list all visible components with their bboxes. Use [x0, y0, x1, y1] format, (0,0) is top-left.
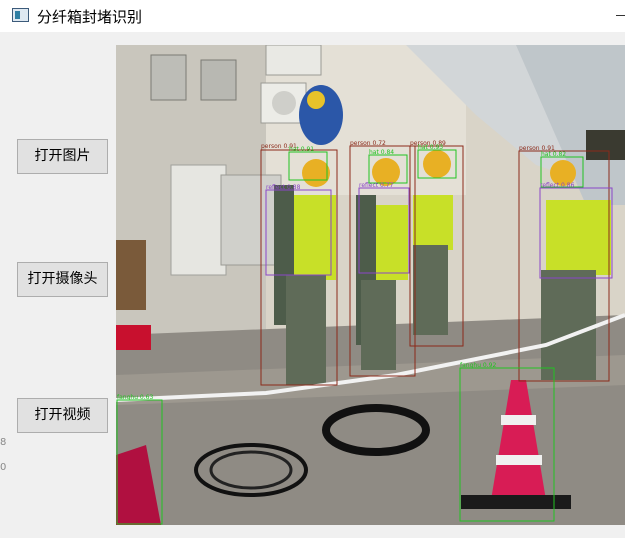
window-title: 分纤箱封堵识别 — [37, 8, 143, 26]
main-panel: 打开图片 打开摄像头 打开视频 8 0 person 0.91 hat 0.91… — [0, 32, 625, 538]
detection-label: reflect 0.77 — [359, 182, 394, 189]
detection-label: hat 0.82 — [541, 151, 566, 158]
minimize-icon[interactable] — [616, 15, 625, 16]
open-image-button[interactable]: 打开图片 — [17, 139, 108, 174]
title-bar: 分纤箱封堵识别 — [0, 0, 625, 32]
open-camera-button[interactable]: 打开摄像头 — [17, 262, 108, 297]
edge-glyph: 0 — [0, 462, 7, 473]
detection-label: fanghu 0.92 — [460, 362, 496, 369]
detection-label: reflect 0.88 — [266, 184, 301, 191]
detection-label: fanghu 0.63 — [117, 394, 153, 401]
detection-label: hat 0.84 — [369, 149, 394, 156]
detection-label: reflect 0.86 — [540, 182, 575, 189]
edge-glyph: 8 — [0, 437, 7, 448]
detection-image-view: person 0.91 hat 0.91 reflect 0.88 person… — [116, 45, 625, 525]
detection-label: hat 0.93 — [418, 144, 443, 151]
open-video-button[interactable]: 打开视频 — [17, 398, 108, 433]
app-window-icon — [12, 8, 29, 22]
detection-scene: person 0.91 hat 0.91 reflect 0.88 person… — [116, 45, 625, 525]
detection-label: hat 0.91 — [289, 146, 314, 153]
detection-label: person 0.72 — [350, 140, 386, 147]
